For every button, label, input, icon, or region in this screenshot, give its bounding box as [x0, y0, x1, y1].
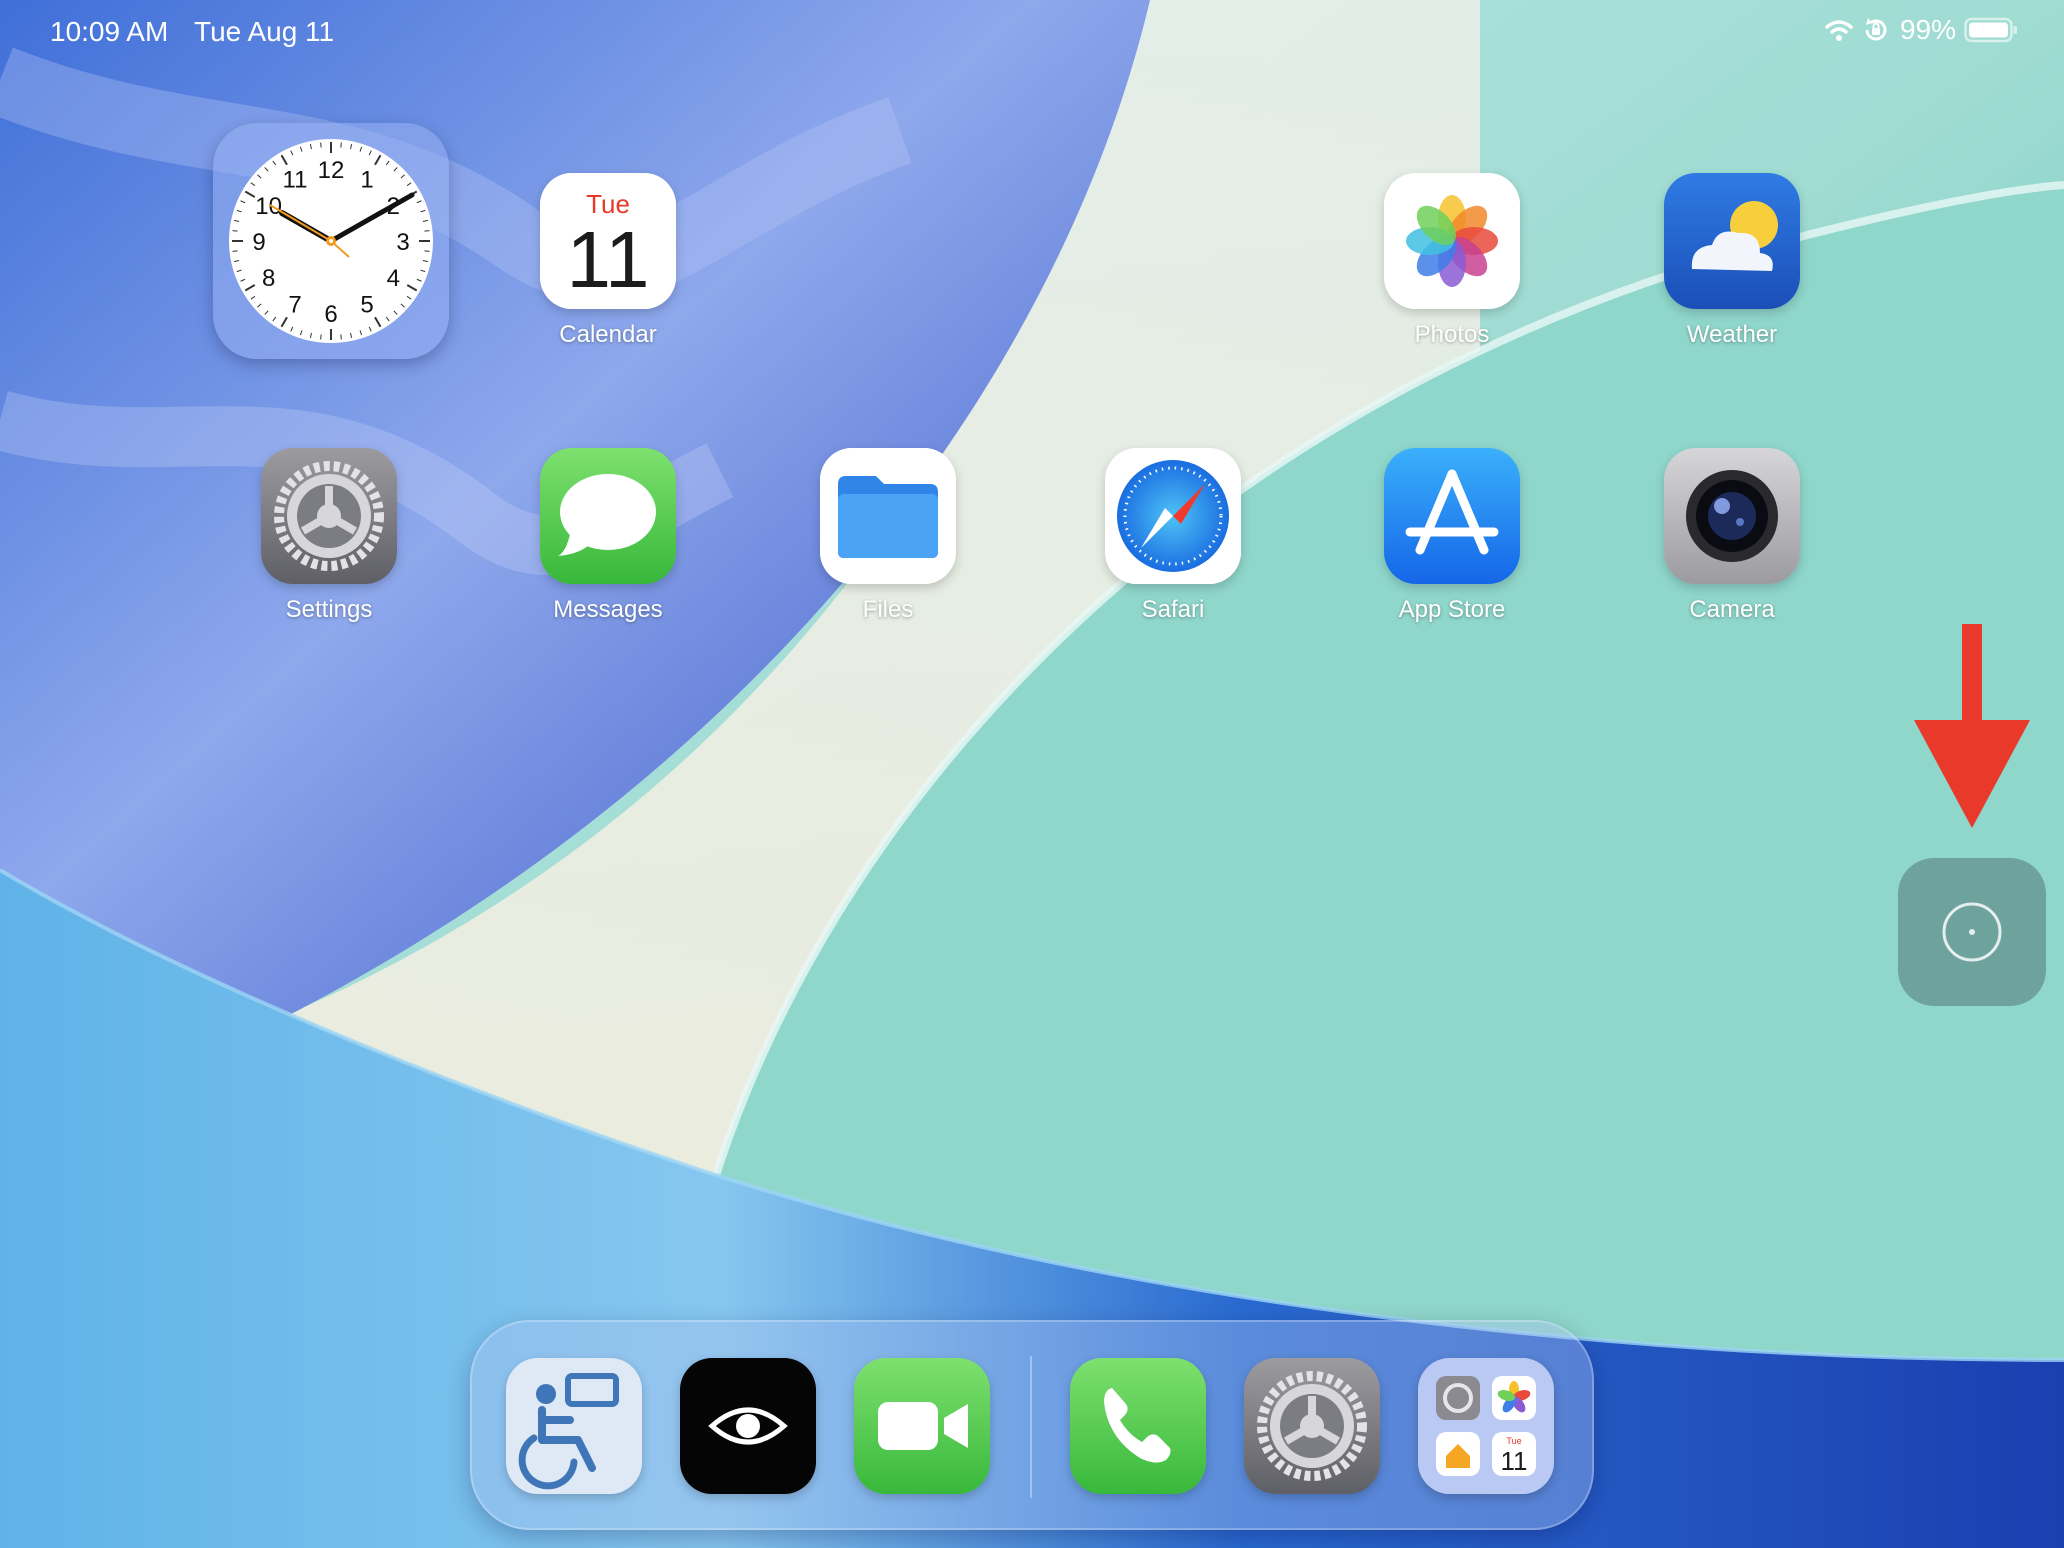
app-photos[interactable]: Photos — [1352, 173, 1552, 349]
app-label-messages: Messages — [553, 596, 663, 623]
settings-gear-icon — [1244, 1358, 1380, 1494]
clock-hour-number: 4 — [387, 265, 400, 292]
dock-app-library[interactable]: Tue 11 — [1418, 1358, 1554, 1494]
clock-tick — [320, 334, 322, 340]
clock-hour-number: 9 — [252, 229, 265, 256]
app-files[interactable]: Files — [788, 448, 988, 624]
assistive-touch-button[interactable] — [1898, 858, 2046, 1006]
app-weather[interactable]: Weather — [1632, 173, 1832, 349]
battery-percent: 99% — [1899, 14, 1956, 45]
clock-tick — [340, 142, 342, 148]
battery-icon — [1964, 17, 2017, 43]
app-store-icon — [1384, 448, 1520, 584]
status-time: 10:09 AM — [50, 16, 169, 47]
app-label-safari: Safari — [1141, 596, 1205, 623]
clock-hour-number: 1 — [360, 167, 373, 194]
clock-hour-number: 10 — [255, 193, 282, 220]
weather-icon — [1664, 173, 1800, 309]
photos-icon — [1384, 173, 1520, 309]
clock-face-icon: 121234567891011 — [229, 139, 433, 343]
dock-eye-app[interactable] — [680, 1358, 816, 1494]
safari-compass-icon — [1105, 448, 1241, 584]
wifi-icon — [1825, 20, 1853, 41]
clock-hour-number: 8 — [262, 265, 275, 292]
status-right-group: 99% — [1824, 14, 2018, 46]
clock-hour-number: 6 — [324, 301, 337, 328]
calendar-date: 11 — [566, 215, 649, 304]
app-camera[interactable]: Camera — [1632, 448, 1832, 624]
calendar-icon: Tue 11 — [540, 173, 676, 309]
app-library-icon: Tue 11 — [1418, 1358, 1554, 1494]
dock-phone[interactable] — [1070, 1358, 1206, 1494]
clock-tick — [232, 250, 238, 252]
eye-icon — [680, 1358, 816, 1494]
app-label-weather: Weather — [1686, 321, 1778, 348]
app-label-app-store: App Store — [1398, 596, 1506, 623]
messages-bubble-icon — [540, 448, 676, 584]
clock-tick — [320, 142, 322, 148]
app-label-files: Files — [862, 596, 914, 623]
app-label-settings: Settings — [285, 596, 373, 623]
app-label-photos: Photos — [1414, 321, 1490, 348]
orientation-lock-icon — [1865, 18, 1887, 41]
clock-widget[interactable]: 121234567891011 — [213, 123, 449, 359]
mini-calendar-date: 11 — [1501, 1446, 1528, 1476]
clock-tick — [232, 230, 238, 232]
app-messages[interactable]: Messages — [508, 448, 708, 624]
clock-tick — [424, 230, 430, 232]
app-app-store[interactable]: App Store — [1352, 448, 1552, 624]
app-settings[interactable]: Settings — [229, 448, 429, 624]
mini-calendar-day: Tue — [1506, 1436, 1521, 1446]
settings-gear-icon — [261, 448, 397, 584]
clock-hour-number: 7 — [288, 291, 301, 318]
app-label-camera: Camera — [1689, 596, 1775, 623]
status-bar: 10:09 AM Tue Aug 11 99% — [0, 0, 2064, 64]
accessibility-wheelchair-icon — [506, 1358, 642, 1494]
app-safari[interactable]: Safari — [1073, 448, 1273, 624]
clock-hour-number: 3 — [396, 229, 409, 256]
phone-icon — [1070, 1358, 1206, 1494]
dock-accessibility[interactable] — [506, 1358, 642, 1494]
clock-tick — [340, 334, 342, 340]
clock-hour-number: 5 — [360, 291, 373, 318]
files-folder-icon — [820, 448, 956, 584]
app-label-calendar: Calendar — [559, 321, 657, 348]
camera-lens-icon — [1664, 448, 1800, 584]
dock-settings[interactable] — [1244, 1358, 1380, 1494]
dock-facetime[interactable] — [854, 1358, 990, 1494]
dock-divider — [1030, 1356, 1032, 1498]
clock-hour-number: 11 — [283, 167, 308, 194]
facetime-camera-icon — [854, 1358, 990, 1494]
red-arrow-down-icon — [1914, 624, 2030, 828]
clock-hour-number: 12 — [318, 157, 345, 184]
dock: Tue 11 — [470, 1320, 1594, 1530]
app-calendar[interactable]: Tue 11 Calendar — [508, 173, 708, 349]
status-date: Tue Aug 11 — [194, 16, 335, 47]
assistive-touch-icon — [1942, 902, 2002, 962]
clock-tick — [424, 250, 430, 252]
